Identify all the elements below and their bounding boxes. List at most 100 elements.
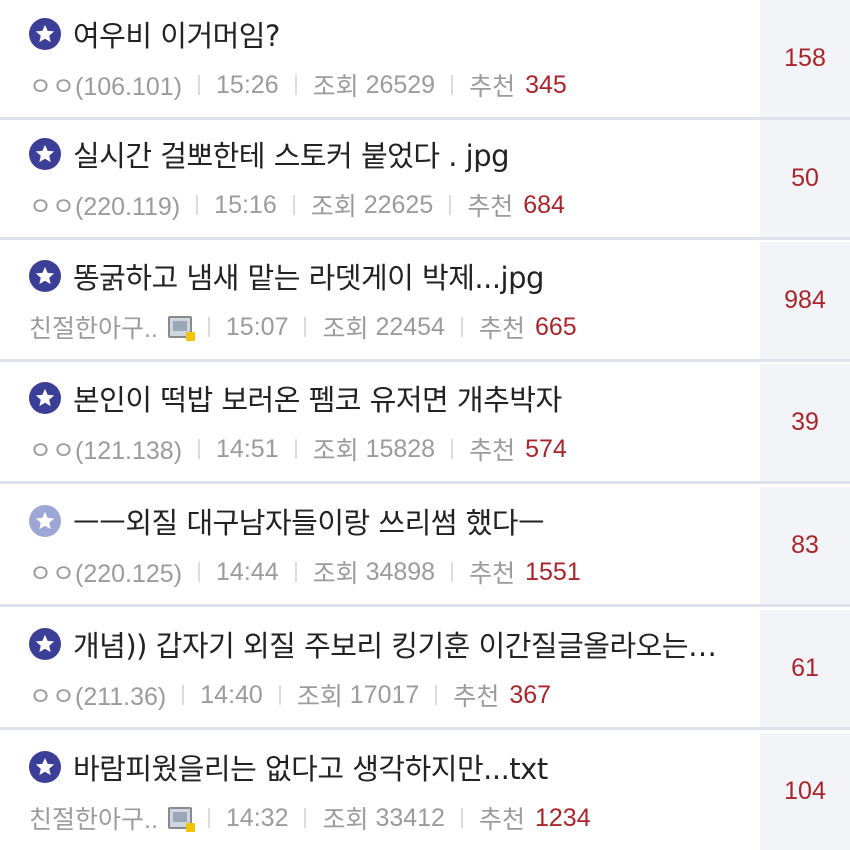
views-count: 26529	[365, 70, 436, 99]
list-item[interactable]: 똥굵하고 냄새 맡는 라뎃게이 박제...jpg 친절한아구.. 15:07 조…	[0, 242, 850, 362]
post-meta: ㅇㅇ(106.101) 15:26 조회 26529 추천 345	[29, 68, 567, 102]
post-author: 친절한아구..	[29, 806, 158, 834]
star-badge-icon	[29, 138, 61, 170]
views-count: 17017	[349, 680, 420, 709]
divider	[435, 685, 438, 705]
comment-count[interactable]: 83	[760, 487, 850, 604]
recommend-count: 665	[534, 312, 577, 341]
post-author: ㅇㅇ(121.138)	[29, 437, 183, 465]
star-badge-icon	[29, 751, 61, 783]
divider	[294, 75, 297, 95]
star-badge-icon	[29, 260, 61, 292]
post-author: ㅇㅇ(220.125)	[29, 560, 183, 588]
post-time: 14:51	[216, 434, 279, 463]
post-time: 14:44	[216, 557, 279, 586]
divider	[451, 562, 454, 582]
fixed-nick-icon	[167, 316, 195, 341]
recommend-count: 345	[525, 70, 567, 99]
list-item[interactable]: 개념)) 갑자기 외질 주보리 킹기훈 이간질글올라오는… ㅇㅇ(211.36)…	[0, 610, 850, 730]
post-meta: ㅇㅇ(220.119) 15:16 조회 22625 추천 684	[29, 188, 565, 222]
list-item[interactable]: ㅡㅡ외질 대구남자들이랑 쓰리썸 했다ㅡ ㅇㅇ(220.125) 14:44 조…	[0, 487, 850, 607]
divider	[451, 439, 454, 459]
post-link[interactable]: 실시간 걸뽀한테 스토커 붙었다 . jpg ㅇㅇ(220.119) 15:16…	[0, 120, 760, 237]
views-label: 조회	[312, 73, 359, 101]
post-author: ㅇㅇ(211.36)	[29, 683, 167, 711]
post-link[interactable]: 여우비 이거머임? ㅇㅇ(106.101) 15:26 조회 26529 추천 3…	[0, 0, 760, 117]
comment-count[interactable]: 39	[760, 364, 850, 481]
divider	[198, 75, 201, 95]
list-item[interactable]: 실시간 걸뽀한테 스토커 붙었다 . jpg ㅇㅇ(220.119) 15:16…	[0, 120, 850, 240]
recommend-label: 추천	[469, 73, 516, 101]
post-author: ㅇㅇ(106.101)	[29, 73, 183, 101]
post-link[interactable]: 바람피웠을리는 없다고 생각하지만...txt 친절한아구.. 14:32 조회…	[0, 733, 760, 850]
star-badge-icon	[29, 18, 61, 50]
recommend-label: 추천	[467, 193, 514, 221]
post-link[interactable]: 개념)) 갑자기 외질 주보리 킹기훈 이간질글올라오는… ㅇㅇ(211.36)…	[0, 610, 760, 727]
recommend-label: 추천	[453, 683, 500, 711]
list-item[interactable]: 본인이 떡밥 보러온 펨코 유저면 개추박자 ㅇㅇ(121.138) 14:51…	[0, 364, 850, 484]
divider	[198, 562, 201, 582]
comment-count[interactable]: 61	[760, 610, 850, 727]
post-title[interactable]: 여우비 이거머임?	[73, 13, 280, 55]
views-count: 33412	[375, 803, 445, 832]
post-meta: ㅇㅇ(121.138) 14:51 조회 15828 추천 574	[29, 432, 567, 466]
views-label: 조회	[322, 806, 369, 834]
post-time: 15:07	[225, 312, 289, 341]
divider	[198, 439, 201, 459]
views-label: 조회	[312, 560, 359, 588]
divider	[449, 195, 452, 215]
star-badge-icon	[29, 505, 61, 537]
post-title[interactable]: 똥굵하고 냄새 맡는 라뎃게이 박제...jpg	[73, 255, 544, 297]
comment-count[interactable]: 104	[760, 733, 850, 850]
divider	[460, 808, 463, 828]
post-meta: ㅇㅇ(220.125) 14:44 조회 34898 추천 1551	[29, 555, 581, 589]
recommend-label: 추천	[469, 560, 516, 588]
post-link[interactable]: 본인이 떡밥 보러온 펨코 유저면 개추박자 ㅇㅇ(121.138) 14:51…	[0, 364, 760, 481]
star-badge-icon	[29, 628, 61, 660]
views-count: 22625	[363, 190, 434, 219]
post-link[interactable]: ㅡㅡ외질 대구남자들이랑 쓰리썸 했다ㅡ ㅇㅇ(220.125) 14:44 조…	[0, 487, 760, 604]
recommend-label: 추천	[478, 806, 525, 834]
views-label: 조회	[296, 683, 343, 711]
recommend-count: 684	[523, 190, 565, 219]
post-title[interactable]: 실시간 걸뽀한테 스토커 붙었다 . jpg	[73, 133, 510, 175]
star-badge-icon	[29, 382, 61, 414]
divider	[294, 562, 297, 582]
recommend-label: 추천	[469, 437, 516, 465]
post-meta: 친절한아구.. 14:32 조회 33412 추천 1234	[29, 801, 591, 835]
views-label: 조회	[322, 315, 369, 343]
comment-count[interactable]: 984	[760, 242, 850, 359]
views-count: 22454	[375, 312, 445, 341]
post-meta: 친절한아구.. 15:07 조회 22454 추천 665	[29, 310, 577, 344]
post-time: 14:40	[200, 680, 263, 709]
post-title[interactable]: ㅡㅡ외질 대구남자들이랑 쓰리썸 했다ㅡ	[73, 500, 545, 542]
divider	[294, 439, 297, 459]
post-title[interactable]: 개념)) 갑자기 외질 주보리 킹기훈 이간질글올라오는…	[73, 623, 717, 665]
recommend-count: 574	[525, 434, 567, 463]
post-list: 여우비 이거머임? ㅇㅇ(106.101) 15:26 조회 26529 추천 3…	[0, 0, 850, 850]
comment-count[interactable]: 158	[760, 0, 850, 117]
post-title[interactable]: 바람피웠을리는 없다고 생각하지만...txt	[73, 746, 548, 788]
views-label: 조회	[312, 437, 359, 465]
divider	[304, 808, 307, 828]
views-count: 15828	[365, 434, 436, 463]
views-label: 조회	[310, 193, 357, 221]
divider	[182, 685, 185, 705]
post-author: 친절한아구..	[29, 315, 158, 343]
list-item[interactable]: 바람피웠을리는 없다고 생각하지만...txt 친절한아구.. 14:32 조회…	[0, 733, 850, 850]
post-title[interactable]: 본인이 떡밥 보러온 펨코 유저면 개추박자	[73, 377, 562, 419]
divider	[460, 317, 463, 337]
post-link[interactable]: 똥굵하고 냄새 맡는 라뎃게이 박제...jpg 친절한아구.. 15:07 조…	[0, 242, 760, 359]
list-item[interactable]: 여우비 이거머임? ㅇㅇ(106.101) 15:26 조회 26529 추천 3…	[0, 0, 850, 120]
recommend-label: 추천	[478, 315, 525, 343]
divider	[207, 317, 210, 337]
post-time: 14:32	[225, 803, 289, 832]
divider	[304, 317, 307, 337]
post-meta: ㅇㅇ(211.36) 14:40 조회 17017 추천 367	[29, 678, 551, 712]
divider	[292, 195, 295, 215]
recommend-count: 1551	[525, 557, 581, 586]
divider	[196, 195, 199, 215]
divider	[278, 685, 281, 705]
comment-count[interactable]: 50	[760, 120, 850, 237]
divider	[207, 808, 210, 828]
